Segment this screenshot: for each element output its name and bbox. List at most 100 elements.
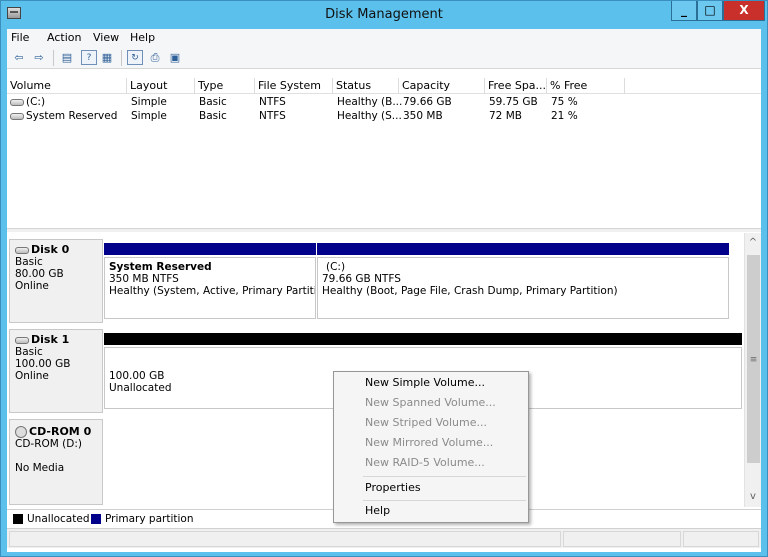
table-row[interactable]: System Reserved Simple Basic NTFS Health… bbox=[7, 109, 761, 123]
column-file-system[interactable]: File System bbox=[255, 78, 333, 94]
volume-list-header: Volume Layout Type File System Status Ca… bbox=[7, 78, 761, 94]
free-space-cell: 59.75 GB bbox=[489, 96, 538, 108]
column-percent-free[interactable]: % Free bbox=[547, 78, 625, 94]
partition-size: 350 MB NTFS bbox=[109, 273, 179, 285]
menu-separator bbox=[363, 476, 526, 477]
fs-cell: NTFS bbox=[259, 110, 286, 122]
title-bar[interactable]: Disk Management _ □ X bbox=[1, 1, 767, 29]
column-type[interactable]: Type bbox=[195, 78, 255, 94]
status-cell: Healthy (S... bbox=[337, 110, 402, 122]
scroll-up-arrow-icon[interactable]: ^ bbox=[745, 235, 761, 251]
partition-system-reserved[interactable]: System Reserved 350 MB NTFS Healthy (Sys… bbox=[104, 243, 316, 321]
back-arrow-icon[interactable]: ⇦ bbox=[11, 50, 27, 65]
column-free-space[interactable]: Free Spa... bbox=[485, 78, 547, 94]
status-bar-pane bbox=[683, 531, 759, 547]
status-cell: Healthy (B... bbox=[337, 96, 403, 108]
close-icon: X bbox=[739, 3, 749, 17]
partition-c-drive[interactable]: (C:) 79.66 GB NTFS Healthy (Boot, Page F… bbox=[317, 243, 729, 321]
toolbar-separator bbox=[121, 50, 122, 66]
column-layout[interactable]: Layout bbox=[127, 78, 195, 94]
minimize-icon: _ bbox=[681, 3, 687, 17]
drive-icon bbox=[10, 112, 24, 120]
menu-file[interactable]: File bbox=[11, 31, 29, 44]
disk-icon bbox=[15, 336, 29, 344]
scroll-down-arrow-icon[interactable]: v bbox=[745, 489, 761, 505]
menu-view[interactable]: View bbox=[93, 31, 119, 44]
minimize-button[interactable]: _ bbox=[671, 1, 697, 21]
volume-name: (C:) bbox=[26, 96, 46, 108]
layout-cell: Simple bbox=[131, 96, 167, 108]
disk-name: Disk 0 bbox=[31, 243, 70, 256]
column-capacity[interactable]: Capacity bbox=[399, 78, 485, 94]
help-icon[interactable]: ? bbox=[81, 50, 97, 65]
maximize-button[interactable]: □ bbox=[697, 1, 723, 21]
type-cell: Basic bbox=[199, 96, 227, 108]
menu-new-raid5-volume[interactable]: New RAID-5 Volume... bbox=[336, 453, 526, 473]
partition-name: (C:) bbox=[326, 261, 346, 273]
disk-state: Online bbox=[15, 370, 49, 382]
free-space-cell: 72 MB bbox=[489, 110, 522, 122]
disk-size: 100.00 GB bbox=[15, 358, 71, 370]
menu-help[interactable]: Help bbox=[130, 31, 155, 44]
close-button[interactable]: X bbox=[723, 1, 765, 21]
rescan-disks-icon[interactable]: ▣ bbox=[167, 50, 183, 65]
window-title: Disk Management bbox=[325, 7, 443, 22]
legend-primary-partition: Primary partition bbox=[105, 513, 194, 525]
disk-0-label[interactable]: Disk 0 Basic 80.00 GB Online bbox=[9, 239, 103, 323]
status-bar-pane bbox=[9, 531, 561, 547]
properties-icon[interactable]: ▦ bbox=[99, 50, 115, 65]
partition-status: Healthy (System, Active, Primary Partiti… bbox=[109, 285, 315, 297]
column-volume[interactable]: Volume bbox=[7, 78, 127, 94]
table-row[interactable]: (C:) Simple Basic NTFS Healthy (B... 79.… bbox=[7, 95, 761, 109]
partition-status: Healthy (Boot, Page File, Crash Dump, Pr… bbox=[322, 285, 618, 297]
percent-free-cell: 21 % bbox=[551, 110, 578, 122]
layout-cell: Simple bbox=[131, 110, 167, 122]
menu-new-spanned-volume[interactable]: New Spanned Volume... bbox=[336, 393, 526, 413]
disk-state: Online bbox=[15, 280, 49, 292]
pane-splitter[interactable] bbox=[7, 228, 761, 232]
menu-new-mirrored-volume[interactable]: New Mirrored Volume... bbox=[336, 433, 526, 453]
legend-unallocated: Unallocated bbox=[27, 513, 90, 525]
forward-arrow-icon[interactable]: ⇨ bbox=[31, 50, 47, 65]
disk-icon bbox=[15, 246, 29, 254]
menu-new-striped-volume[interactable]: New Striped Volume... bbox=[336, 413, 526, 433]
cdrom-media-state: No Media bbox=[15, 462, 65, 474]
type-cell: Basic bbox=[199, 110, 227, 122]
status-bar bbox=[7, 528, 761, 548]
disk-name: Disk 1 bbox=[31, 333, 70, 346]
drive-icon bbox=[10, 98, 24, 106]
menu-action[interactable]: Action bbox=[47, 31, 81, 44]
maximize-icon: □ bbox=[704, 3, 716, 17]
partition-body: System Reserved 350 MB NTFS Healthy (Sys… bbox=[104, 257, 316, 319]
volume-cell: (C:) bbox=[10, 95, 126, 109]
partition-body: (C:) 79.66 GB NTFS Healthy (Boot, Page F… bbox=[317, 257, 729, 319]
primary-partition-bar bbox=[317, 243, 729, 255]
menu-help-item[interactable]: Help bbox=[336, 501, 526, 521]
menu-new-simple-volume[interactable]: New Simple Volume... bbox=[336, 373, 526, 393]
capacity-cell: 79.66 GB bbox=[403, 96, 452, 108]
export-icon[interactable]: ⎙ bbox=[147, 50, 163, 65]
volume-list[interactable]: Volume Layout Type File System Status Ca… bbox=[7, 78, 761, 228]
primary-partition-swatch bbox=[91, 514, 101, 524]
disk-type: Basic bbox=[15, 346, 43, 358]
unallocated-size: 100.00 GB bbox=[109, 370, 165, 382]
cdrom-0-label[interactable]: CD-ROM 0 CD-ROM (D:) No Media bbox=[9, 419, 103, 505]
unallocated-label: Unallocated bbox=[109, 382, 172, 394]
status-bar-pane bbox=[563, 531, 681, 547]
vertical-scrollbar[interactable]: ^ ≡ v bbox=[744, 233, 761, 507]
scroll-thumb[interactable]: ≡ bbox=[747, 255, 760, 463]
fs-cell: NTFS bbox=[259, 96, 286, 108]
disk-1-label[interactable]: Disk 1 Basic 100.00 GB Online bbox=[9, 329, 103, 413]
disk-management-window: Disk Management _ □ X File Action View H… bbox=[0, 0, 768, 557]
console-tree-icon[interactable]: ▤ bbox=[59, 50, 75, 65]
primary-partition-bar bbox=[104, 243, 316, 255]
menu-properties[interactable]: Properties bbox=[336, 478, 526, 498]
capacity-cell: 350 MB bbox=[403, 110, 443, 122]
partition-size: 79.66 GB NTFS bbox=[322, 273, 401, 285]
context-menu: New Simple Volume... New Spanned Volume.… bbox=[333, 371, 529, 523]
partition-name: System Reserved bbox=[109, 261, 212, 273]
toolbar-separator bbox=[53, 50, 54, 66]
window-client-area: File Action View Help ⇦ ⇨ ▤ ? ▦ ↻ ⎙ ▣ Vo… bbox=[7, 29, 761, 552]
refresh-icon[interactable]: ↻ bbox=[127, 50, 143, 65]
column-status[interactable]: Status bbox=[333, 78, 399, 94]
